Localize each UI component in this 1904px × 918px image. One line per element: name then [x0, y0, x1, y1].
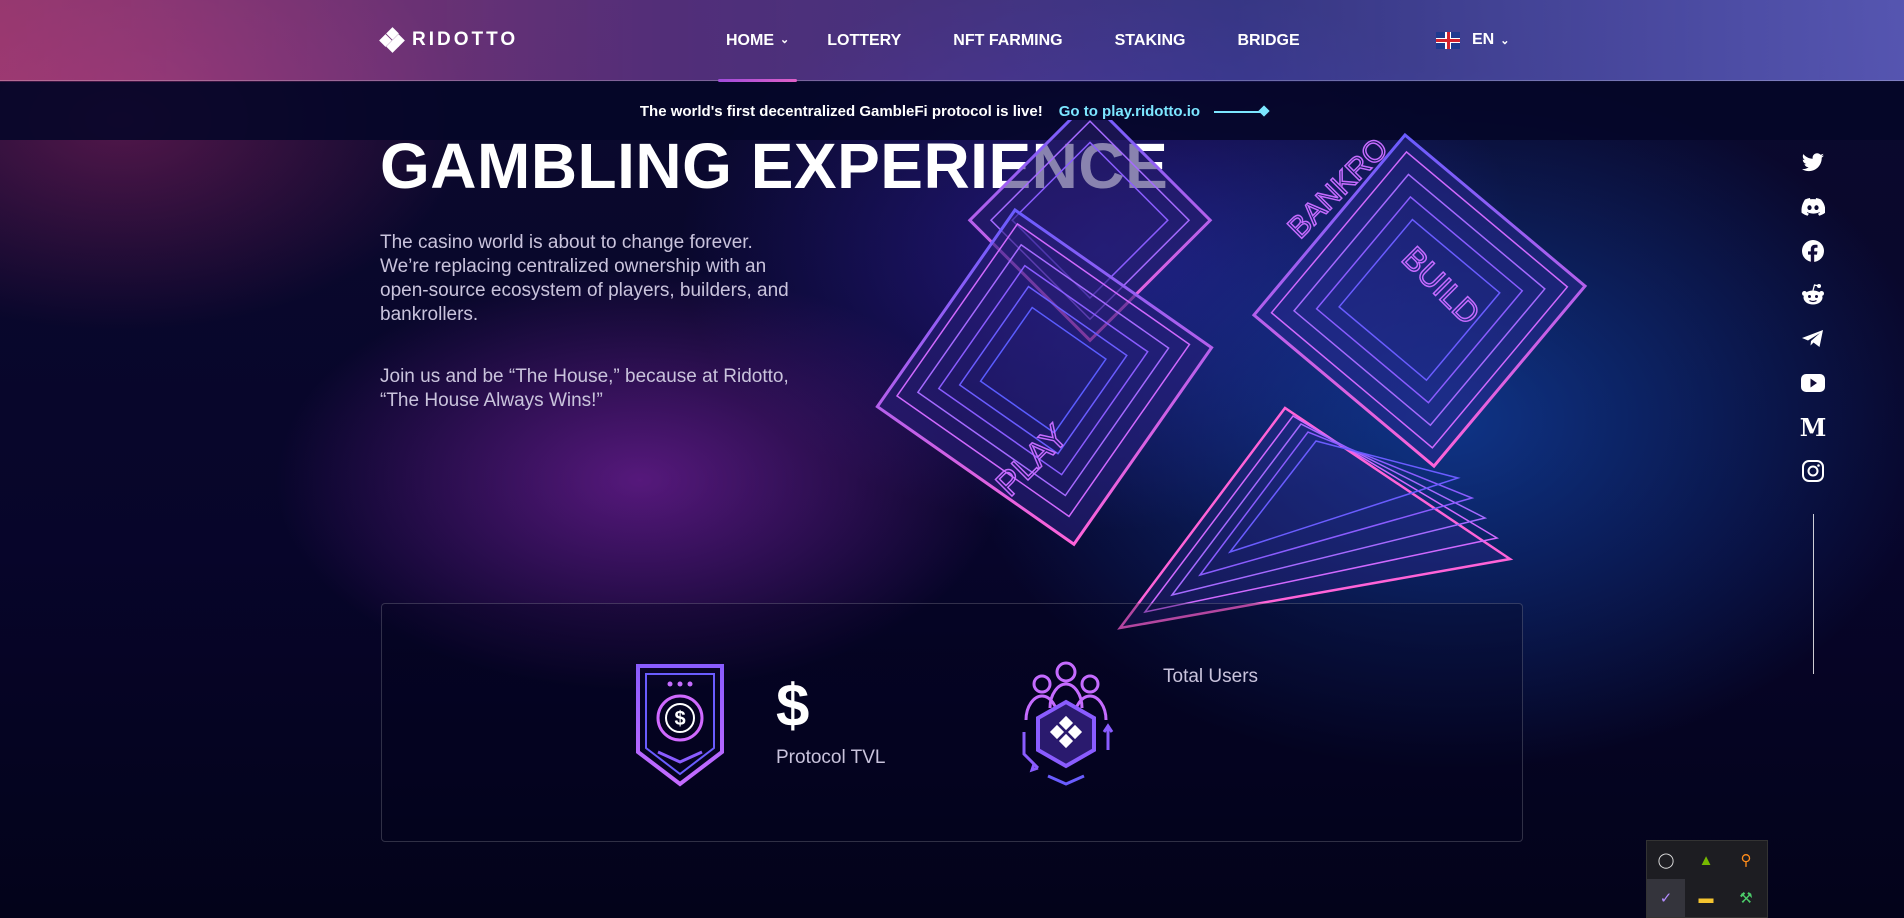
discord-icon[interactable]: [1798, 192, 1828, 222]
community-users-icon: [1022, 661, 1114, 786]
total-users-label: Total Users: [1163, 666, 1259, 687]
nvidia-icon[interactable]: ▲: [1687, 841, 1725, 879]
nav-item-lottery-label: LOTTERY: [827, 32, 902, 49]
twitter-icon[interactable]: [1798, 148, 1828, 178]
hero-tagline: Join us and be “The House,” because at R…: [380, 366, 789, 411]
language-label: EN: [1472, 31, 1495, 48]
nav-item-staking-label: STAKING: [1114, 32, 1186, 49]
ridotto-logo[interactable]: RIDOTTO: [379, 27, 519, 53]
language-selector[interactable]: EN ⌄: [1436, 31, 1509, 49]
feather-icon[interactable]: ✓: [1647, 879, 1685, 917]
announcement-link[interactable]: Go to play.ridotto.io: [1058, 102, 1265, 120]
eye-off-icon[interactable]: ◯: [1647, 841, 1685, 879]
nav-item-home-label: HOME: [726, 32, 774, 49]
uk-flag-icon: [1436, 31, 1460, 49]
social-divider-line: [1812, 514, 1814, 674]
chevron-down-icon: ⌄: [1500, 34, 1510, 47]
tvl-value: $: [776, 672, 810, 739]
top-navbar: RIDOTTO HOME ⌄ LOTTERY NFT FARMING STAKIN…: [0, 0, 1904, 82]
announcement-link-label: Go to play.ridotto.io: [1058, 102, 1201, 120]
hero-illustration: BANKRO PLAY BUILD: [875, 120, 1588, 630]
nav-item-nft-farming-label: NFT FARMING: [953, 32, 1063, 49]
system-tray-overflow: ◯ ▲ ⚲ ✓ ▬ ⚒: [1646, 840, 1768, 918]
instagram-icon[interactable]: [1798, 456, 1828, 486]
facebook-icon[interactable]: [1798, 236, 1828, 266]
nav-item-home[interactable]: HOME ⌄: [718, 32, 798, 82]
search-icon[interactable]: ⚲: [1727, 841, 1765, 879]
telegram-icon[interactable]: [1798, 324, 1828, 354]
tvl-label: Protocol TVL: [776, 747, 886, 768]
arrow-right-icon: [1214, 110, 1265, 113]
stats-panel: $ $ Protocol TVL Total Users: [381, 603, 1523, 842]
svg-text:$: $: [674, 708, 685, 730]
reddit-icon[interactable]: [1798, 280, 1828, 310]
build-cube: [1251, 132, 1588, 469]
nav-item-nft-farming[interactable]: NFT FARMING: [953, 32, 1062, 50]
announcement-text: The world's first decentralized GambleFi…: [639, 102, 1043, 120]
brand-name: RIDOTTO: [412, 29, 519, 50]
nav-item-staking[interactable]: STAKING: [1115, 32, 1186, 50]
ridotto-logo-icon: [379, 27, 405, 53]
nav-item-bridge-label: BRIDGE: [1237, 32, 1300, 49]
hero-description: The casino world is about to change fore…: [380, 232, 789, 325]
social-sidebar: M: [1797, 148, 1829, 674]
youtube-icon[interactable]: [1798, 368, 1828, 398]
main-nav: HOME ⌄ LOTTERY NFT FARMING STAKING BRIDGE: [718, 32, 1300, 82]
chevron-down-icon: ⌄: [780, 34, 790, 46]
nav-item-lottery[interactable]: LOTTERY: [827, 32, 901, 50]
shield-coin-icon: $: [636, 664, 724, 787]
nav-item-bridge[interactable]: BRIDGE: [1237, 32, 1299, 50]
folder-icon[interactable]: ▬: [1687, 879, 1725, 917]
wrench-icon[interactable]: ⚒: [1727, 879, 1765, 917]
medium-icon[interactable]: M: [1798, 412, 1828, 442]
